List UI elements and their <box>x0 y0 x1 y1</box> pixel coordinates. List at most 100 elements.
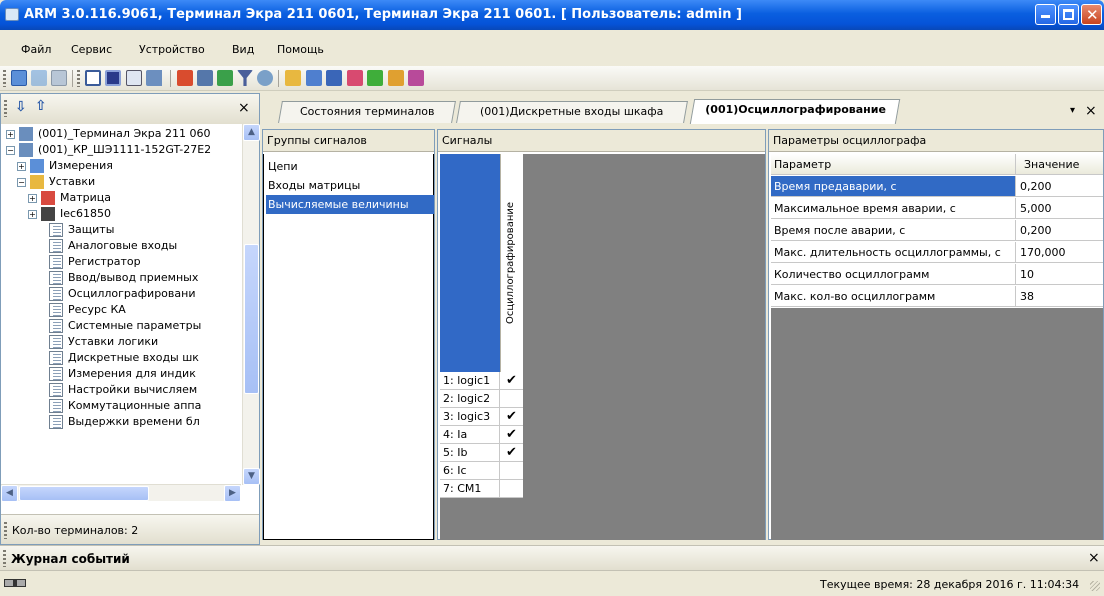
settings-icon[interactable] <box>257 70 273 86</box>
doc-icon <box>49 223 63 237</box>
oscillography-checkbox[interactable]: ✔ <box>500 408 523 425</box>
toolbar-separator <box>170 70 171 87</box>
oscillography-checkbox[interactable] <box>500 462 523 479</box>
bug-icon[interactable] <box>388 70 404 86</box>
screen-icon[interactable] <box>105 70 121 86</box>
list-icon[interactable] <box>85 70 101 86</box>
app-icon <box>5 8 19 21</box>
tree-vertical-scrollbar[interactable]: ▲ ▼ <box>242 124 260 485</box>
menu-view[interactable]: Вид <box>232 43 254 56</box>
signal-group-item[interactable]: Цепи <box>266 157 298 176</box>
signal-label: 7: CM1 <box>440 480 500 497</box>
scroll-up-button[interactable]: ▲ <box>243 124 260 141</box>
scroll-right-button[interactable]: ▶ <box>224 485 241 502</box>
param-row[interactable]: Время предаварии, с 0,200 <box>771 176 1103 198</box>
toolbar-grip[interactable] <box>3 70 6 87</box>
data-icon[interactable] <box>197 70 213 86</box>
signals-corner-cell <box>440 154 500 372</box>
param-value-field[interactable]: 10 <box>1016 264 1103 285</box>
terminal-icon <box>19 127 33 141</box>
save-icon[interactable] <box>326 70 342 86</box>
tab-terminal-states[interactable]: Состояния терминалов <box>278 101 456 123</box>
toolbar-grip[interactable] <box>77 70 80 87</box>
users-icon[interactable] <box>11 70 27 86</box>
folder-icon[interactable] <box>285 70 301 86</box>
menu-service[interactable]: Сервис <box>71 43 112 56</box>
signals-panel: Сигналы Осциллографирование 1: logic1 ✔ 2:… <box>437 129 766 540</box>
param-row[interactable]: Максимальное время аварии, с 5,000 <box>771 198 1103 220</box>
doc-icon <box>49 399 63 413</box>
connection-icon <box>4 579 26 587</box>
scroll-thumb[interactable] <box>244 244 259 394</box>
panel-grip[interactable] <box>4 100 7 117</box>
signals-header: Сигналы <box>438 130 765 152</box>
flag-icon[interactable] <box>408 70 424 86</box>
tree-item-label: Коммутационные аппа <box>68 399 202 412</box>
param-row[interactable]: Время после аварии, с 0,200 <box>771 220 1103 242</box>
tree-expander-icon[interactable]: + <box>28 210 37 219</box>
terminal-tree-panel: ⇩ ⇧ × + (001)_Терминал Экра 211 060 − (001)… <box>0 93 260 545</box>
tree-expander-icon[interactable]: + <box>6 130 15 139</box>
menu-help[interactable]: Помощь <box>277 43 324 56</box>
edit-icon[interactable] <box>306 70 322 86</box>
signal-group-item[interactable]: Входы матрицы <box>266 176 360 195</box>
tree-expander-icon[interactable]: − <box>17 178 26 187</box>
param-row[interactable]: Макс. длительность осциллограммы, с 170,0… <box>771 242 1103 264</box>
network-icon[interactable] <box>217 70 233 86</box>
tab-oscillography[interactable]: (001)Осциллографирование <box>689 99 901 124</box>
param-row[interactable]: Количество осциллограмм 10 <box>771 264 1103 286</box>
minimize-button[interactable] <box>1035 4 1056 25</box>
grid-icon[interactable] <box>126 70 142 86</box>
user-group-icon[interactable] <box>31 70 47 86</box>
column-header-value[interactable]: Значение <box>1016 154 1103 175</box>
measure-icon <box>30 159 44 173</box>
panel-close-button[interactable]: × <box>238 100 250 116</box>
column-header-param[interactable]: Параметр <box>771 154 1016 175</box>
oscillography-checkbox[interactable]: ✔ <box>500 426 523 443</box>
param-value-field[interactable]: 0,200 <box>1016 176 1103 197</box>
sort-down-icon[interactable]: ⇩ <box>15 99 27 115</box>
event-journal-title[interactable]: Журнал событий <box>11 552 130 566</box>
tree-expander-icon[interactable]: − <box>6 146 15 155</box>
signal-group-item[interactable]: Вычисляемые величины <box>266 195 434 214</box>
tree-item-label: Измерения <box>49 159 113 172</box>
param-row[interactable]: Макс. кол-во осциллограмм 38 <box>771 286 1103 308</box>
tab-label: Состояния терминалов <box>299 105 435 118</box>
chart-icon[interactable] <box>177 70 193 86</box>
oscillography-column-header[interactable]: Осциллографирование <box>500 154 523 372</box>
param-value-field[interactable]: 0,200 <box>1016 220 1103 241</box>
oscillography-checkbox[interactable] <box>500 480 523 497</box>
maximize-button[interactable] <box>1058 4 1079 25</box>
scroll-thumb-horizontal[interactable] <box>19 486 149 501</box>
signal-row: 1: logic1 ✔ <box>440 372 523 390</box>
image-icon[interactable] <box>347 70 363 86</box>
arrow-up-icon[interactable]: ⇧ <box>35 98 47 114</box>
tab-discrete-inputs[interactable]: (001)Дискретные входы шкафа <box>456 101 688 123</box>
menu-file[interactable]: Файл <box>21 43 51 56</box>
tab-close-button[interactable]: × <box>1085 103 1097 119</box>
window-dropdown-icon[interactable] <box>146 70 168 86</box>
panel-icon[interactable] <box>51 70 67 86</box>
filter-icon[interactable] <box>237 70 253 86</box>
oscillography-checkbox[interactable]: ✔ <box>500 444 523 461</box>
refresh-icon[interactable] <box>367 70 383 86</box>
scroll-left-button[interactable]: ◀ <box>1 485 18 502</box>
toolbar-separator <box>278 70 279 87</box>
scroll-down-button[interactable]: ▼ <box>243 468 260 485</box>
param-value-field[interactable]: 5,000 <box>1016 198 1103 219</box>
toolbar <box>0 66 1104 91</box>
tree-horizontal-scrollbar[interactable]: ◀ ▶ <box>1 484 241 502</box>
signal-groups-panel: Группы сигналов Цепи Входы матрицы Вычисля… <box>262 129 435 540</box>
tree-expander-icon[interactable]: + <box>28 194 37 203</box>
oscillography-checkbox[interactable] <box>500 390 523 407</box>
journal-close-button[interactable]: × <box>1088 550 1100 566</box>
tree-expander-icon[interactable]: + <box>17 162 26 171</box>
menu-device[interactable]: Устройство <box>139 43 205 56</box>
param-value-field[interactable]: 170,000 <box>1016 242 1103 263</box>
signal-row: 6: Ic <box>440 462 523 480</box>
tabs-dropdown-icon[interactable]: ▾ <box>1070 105 1075 116</box>
oscillography-checkbox[interactable]: ✔ <box>500 372 523 389</box>
close-button[interactable]: ✕ <box>1081 4 1102 25</box>
param-value-field[interactable]: 38 <box>1016 286 1103 307</box>
resize-grip-icon[interactable] <box>1090 581 1100 591</box>
